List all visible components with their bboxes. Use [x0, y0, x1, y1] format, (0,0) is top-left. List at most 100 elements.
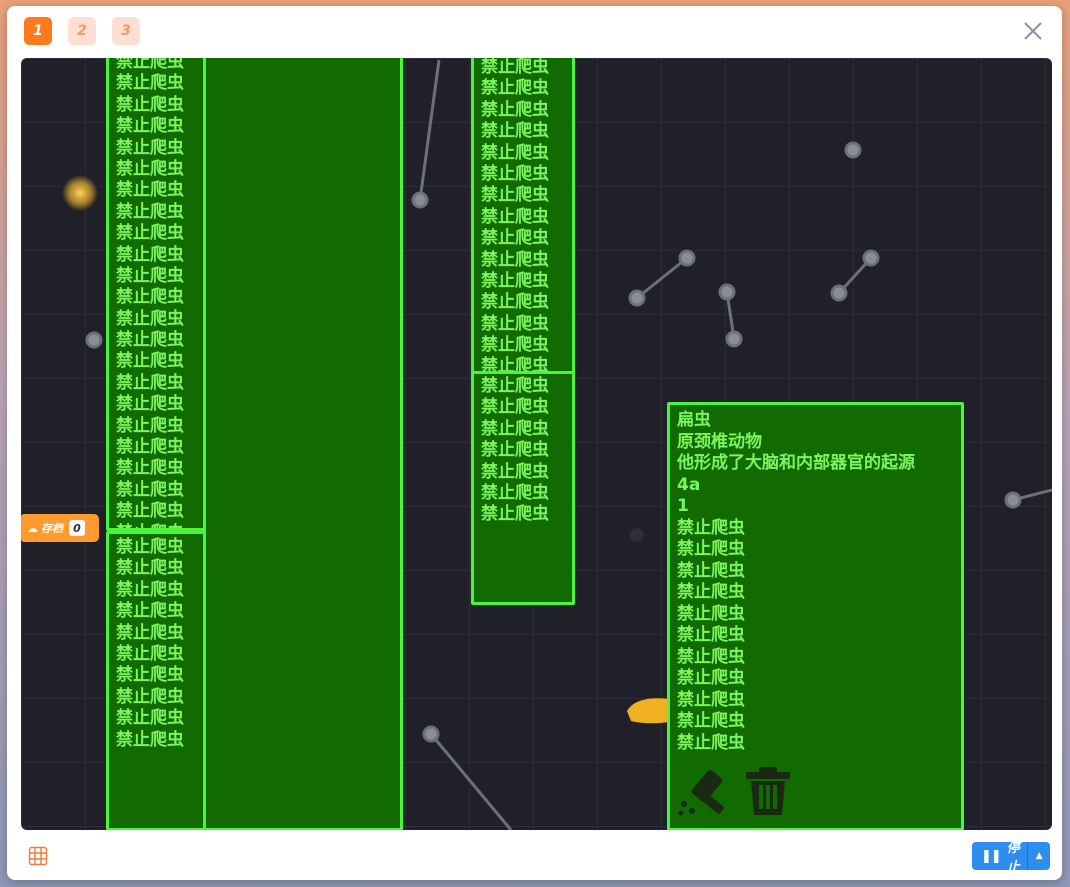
repeat-line: 禁止爬虫: [481, 206, 549, 227]
repeat-list: 禁止爬虫 禁止爬虫 禁止爬虫 禁止爬虫 禁止爬虫 禁止爬虫 禁止爬虫 禁止爬虫 禁止爬虫 禁止爬虫: [116, 537, 184, 751]
repeat-line: 禁止爬虫: [116, 501, 184, 522]
repeat-line: 禁止爬虫: [481, 249, 549, 270]
trash-icon[interactable]: [742, 765, 794, 817]
repeat-line: 禁止爬虫: [116, 223, 184, 244]
repeat-line: 禁止爬虫: [116, 351, 184, 372]
info-repeat-list: 禁止爬虫 禁止爬虫 禁止爬虫 禁止爬虫 禁止爬虫 禁止爬虫 禁止爬虫 禁止爬虫 禁止爬虫 禁止爬虫…: [677, 517, 915, 753]
info-line-class: 原颈椎动物: [677, 431, 762, 452]
repeat-line: 禁止爬虫: [116, 330, 184, 351]
repeat-line: 禁止爬虫: [116, 158, 184, 179]
repeat-line: 禁止爬虫: [116, 537, 184, 557]
left-column-top[interactable]: 禁止爬虫 禁止爬虫 禁止爬虫 禁止爬虫 禁止爬虫 禁止爬虫 禁止爬虫 禁止爬虫 禁止爬虫 禁止爬虫…: [106, 58, 206, 531]
repeat-line: 禁止爬虫: [481, 142, 549, 163]
repeat-line: 禁止爬虫: [116, 58, 184, 72]
save-count: 0: [69, 520, 85, 536]
repeat-line: 禁止爬虫: [677, 732, 745, 753]
repeat-line: 禁止爬虫: [481, 270, 549, 291]
info-panel[interactable]: 扁虫 原颈椎动物 他形成了大脑和内部器官的起源 4a 1 禁止爬虫 禁止爬虫 禁止爬…: [667, 402, 964, 830]
info-text: 扁虫 原颈椎动物 他形成了大脑和内部器官的起源 4a 1 禁止爬虫 禁止爬虫 禁止爬…: [677, 410, 915, 753]
close-icon[interactable]: [1022, 20, 1044, 42]
repeat-line: 禁止爬虫: [481, 228, 549, 249]
repeat-line: 禁止爬虫: [481, 440, 549, 461]
stop-button[interactable]: ❚❚ 停止 ▲: [972, 842, 1050, 870]
repeat-line: 禁止爬虫: [481, 504, 549, 525]
repeat-list: 禁止爬虫 禁止爬虫 禁止爬虫 禁止爬虫 禁止爬虫 禁止爬虫 禁止爬虫 禁止爬虫 禁止爬虫 禁止爬虫…: [116, 58, 184, 528]
repeat-line: 禁止爬虫: [116, 116, 184, 137]
repeat-line: 禁止爬虫: [116, 437, 184, 458]
save-label: 存档: [41, 522, 63, 535]
info-line-level: 1: [677, 496, 689, 516]
repeat-line: 禁止爬虫: [116, 665, 184, 686]
repeat-line: 禁止爬虫: [116, 265, 184, 286]
game-stage[interactable]: 禁止爬虫 禁止爬虫 禁止爬虫 禁止爬虫 禁止爬虫 禁止爬虫 禁止爬虫 禁止爬虫 禁止爬虫 禁止爬虫…: [21, 58, 1052, 830]
info-line-code: 4a: [677, 474, 701, 495]
repeat-line: 禁止爬虫: [116, 394, 184, 415]
repeat-line: 禁止爬虫: [116, 622, 184, 643]
save-badge[interactable]: ☁ 存档 0: [21, 514, 99, 542]
left-column-bottom[interactable]: 禁止爬虫 禁止爬虫 禁止爬虫 禁止爬虫 禁止爬虫 禁止爬虫 禁止爬虫 禁止爬虫 禁止爬虫 禁止爬虫: [106, 531, 206, 830]
repeat-line: 禁止爬虫: [116, 558, 184, 579]
repeat-line: 禁止爬虫: [481, 292, 549, 313]
repeat-line: 禁止爬虫: [116, 201, 184, 222]
repeat-line: 禁止爬虫: [116, 73, 184, 94]
repeat-line: 禁止爬虫: [481, 58, 549, 77]
repeat-line: 禁止爬虫: [481, 376, 549, 396]
repeat-line: 禁止爬虫: [116, 244, 184, 265]
caret-up-icon[interactable]: ▲: [1027, 842, 1050, 870]
repeat-line: 禁止爬虫: [481, 185, 549, 206]
repeat-line: 禁止爬虫: [677, 625, 745, 645]
tab-3[interactable]: 3: [112, 17, 140, 45]
repeat-line: 禁止爬虫: [116, 372, 184, 393]
repeat-line: 禁止爬虫: [677, 603, 745, 624]
repeat-line: 禁止爬虫: [481, 313, 549, 334]
repeat-line: 禁止爬虫: [677, 539, 745, 559]
repeat-line: 禁止爬虫: [116, 458, 184, 479]
repeat-line: 禁止爬虫: [481, 163, 549, 184]
repeat-line: 禁止爬虫: [116, 287, 184, 308]
info-line-description: 他形成了大脑和内部器官的起源: [677, 453, 915, 473]
repeat-line: 禁止爬虫: [481, 78, 549, 99]
repeat-list: 禁止爬虫 禁止爬虫 禁止爬虫 禁止爬虫 禁止爬虫 禁止爬虫 禁止爬虫 禁止爬虫 禁止爬虫 禁止爬虫…: [481, 58, 549, 372]
repeat-line: 禁止爬虫: [677, 517, 745, 538]
repeat-line: 禁止爬虫: [116, 708, 184, 729]
wide-panel[interactable]: [203, 58, 403, 830]
repeat-line: 禁止爬虫: [677, 711, 745, 731]
repeat-line: 禁止爬虫: [677, 646, 745, 667]
repeat-line: 禁止爬虫: [481, 99, 549, 120]
repeat-line: 禁止爬虫: [116, 523, 184, 528]
middle-column-top[interactable]: 禁止爬虫 禁止爬虫 禁止爬虫 禁止爬虫 禁止爬虫 禁止爬虫 禁止爬虫 禁止爬虫 禁止爬虫 禁止爬虫…: [471, 58, 575, 375]
repeat-line: 禁止爬虫: [116, 308, 184, 329]
repeat-list: 禁止爬虫 禁止爬虫 禁止爬虫 禁止爬虫 禁止爬虫 禁止爬虫 禁止爬虫: [481, 376, 549, 526]
repeat-line: 禁止爬虫: [116, 643, 184, 664]
tab-2[interactable]: 2: [68, 17, 96, 45]
tab-1[interactable]: 1: [24, 17, 52, 45]
middle-column-bottom[interactable]: 禁止爬虫 禁止爬虫 禁止爬虫 禁止爬虫 禁止爬虫 禁止爬虫 禁止爬虫: [471, 371, 575, 605]
info-line-name: 扁虫: [677, 410, 711, 430]
grid-icon[interactable]: [28, 846, 48, 866]
repeat-line: 禁止爬虫: [481, 418, 549, 439]
repeat-line: 禁止爬虫: [116, 137, 184, 158]
repeat-line: 禁止爬虫: [677, 689, 745, 710]
stop-label: 停止: [1006, 842, 1020, 870]
stop-main[interactable]: ❚❚ 停止: [972, 842, 1027, 870]
page-tabs: 1 2 3: [24, 17, 140, 45]
repeat-line: 禁止爬虫: [116, 686, 184, 707]
repeat-line: 禁止爬虫: [677, 668, 745, 688]
repeat-line: 禁止爬虫: [116, 479, 184, 500]
repeat-line: 禁止爬虫: [116, 180, 184, 201]
hammer-icon[interactable]: [676, 765, 734, 819]
repeat-line: 禁止爬虫: [116, 601, 184, 622]
repeat-line: 禁止爬虫: [116, 579, 184, 600]
repeat-line: 禁止爬虫: [481, 482, 549, 503]
repeat-line: 禁止爬虫: [481, 121, 549, 142]
repeat-line: 禁止爬虫: [481, 335, 549, 356]
repeat-line: 禁止爬虫: [677, 560, 745, 581]
repeat-line: 禁止爬虫: [116, 94, 184, 115]
repeat-line: 禁止爬虫: [677, 582, 745, 602]
save-icon: ☁: [27, 521, 38, 535]
repeat-line: 禁止爬虫: [481, 461, 549, 482]
repeat-line: 禁止爬虫: [116, 729, 184, 750]
repeat-line: 禁止爬虫: [481, 397, 549, 418]
dialog-window: 1 2 3 禁止爬虫 禁止爬虫 禁止爬虫 禁止爬虫 禁止爬虫 禁止爬虫 禁止爬虫…: [7, 6, 1062, 880]
pause-icon: ❚❚: [981, 848, 1002, 864]
